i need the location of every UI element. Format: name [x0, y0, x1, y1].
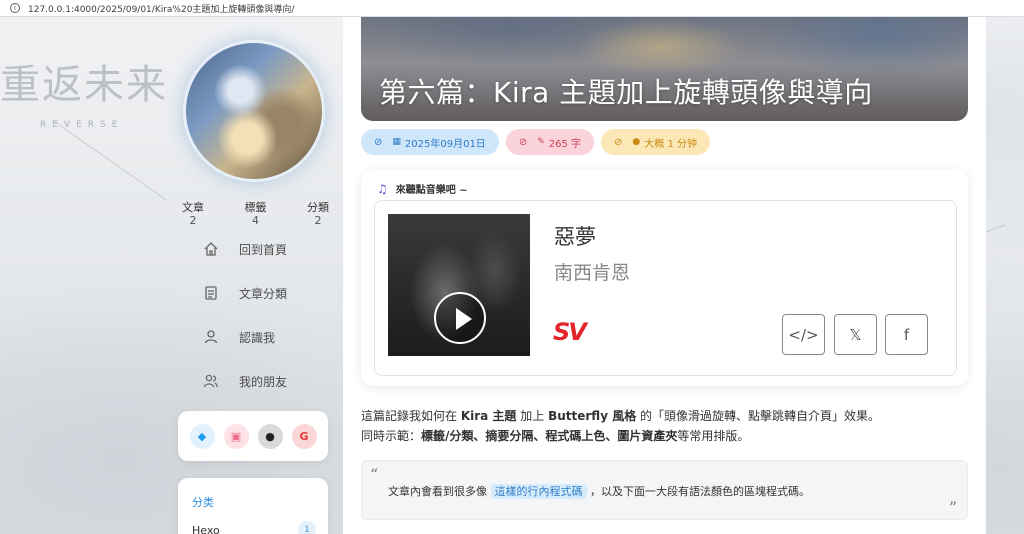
streetvoice-logo[interactable]: SV — [553, 318, 587, 346]
sidebar-menu: 回到首頁 文章分類 認識我 我的朋友 — [195, 238, 315, 414]
text: 的「頭像滑過旋轉、點擊跳轉自介頁」效果。 — [636, 409, 881, 423]
quote-close-icon: ” — [948, 498, 957, 517]
share-x-button[interactable]: 𝕏 — [834, 314, 877, 355]
stat-value: 2 — [189, 214, 197, 227]
quote-open-icon: “ — [370, 465, 379, 484]
bilibili-icon[interactable]: ▣ — [223, 423, 249, 449]
github-icon[interactable]: ● — [257, 423, 283, 449]
share-facebook-button[interactable]: f — [885, 314, 928, 355]
categories-title: 分类 — [192, 496, 214, 509]
address-bar[interactable]: i 127.0.0.1:4000/2025/09/01/Kira%20主題加上旋… — [0, 0, 1024, 17]
intro-line-1: 這篇記錄我如何在 Kira 主題 加上 Butterfly 風格 的「頭像滑過旋… — [361, 406, 880, 426]
stat-articles[interactable]: 文章 2 — [168, 199, 218, 227]
menu-item-friends[interactable]: 我的朋友 — [195, 370, 315, 392]
song-title[interactable]: 惡夢 — [554, 221, 596, 251]
intro-line-2: 同時示範：標籤/分類、摘要分隔、程式碼上色、圖片資產夾等常用排版。 — [361, 426, 880, 446]
bold-text: Butterfly 風格 — [548, 409, 637, 423]
readtime-tag[interactable]: ⊘ ● 大概 1 分钟 — [601, 129, 710, 155]
quote-text: 文章內會看到很多像 這樣的行內程式碼 ，以及下面一大段有語法顏色的區塊程式碼。 — [388, 483, 810, 499]
date-tag[interactable]: ⊘ ▦ 2025年09月01日 — [361, 129, 499, 155]
inline-code: 這樣的行內程式碼 — [490, 484, 587, 499]
menu-item-label: 認識我 — [239, 330, 276, 345]
link-icon: ⊘ — [518, 136, 528, 148]
link-icon: ⊘ — [374, 136, 383, 148]
url-text[interactable]: 127.0.0.1:4000/2025/09/01/Kira%20主題加上旋轉頭… — [28, 2, 294, 15]
link-icon: ⊘ — [614, 136, 623, 148]
text: 文章內會看到很多像 — [388, 485, 491, 498]
text: ，以及下面一大段有語法顏色的區塊程式碼。 — [586, 485, 810, 498]
text: 加上 — [516, 409, 549, 423]
text: 等常用排版。 — [677, 429, 750, 443]
category-label: Hexo — [192, 524, 220, 534]
social-links-card: ◆ ▣ ● G — [178, 411, 328, 461]
album-cover[interactable] — [388, 214, 530, 356]
post-intro: 這篇記錄我如何在 Kira 主題 加上 Butterfly 風格 的「頭像滑過旋… — [361, 406, 880, 446]
menu-item-home[interactable]: 回到首頁 — [195, 238, 315, 260]
x-icon: 𝕏 — [849, 325, 862, 344]
blockquote: “ 文章內會看到很多像 這樣的行內程式碼 ，以及下面一大段有語法顏色的區塊程式碼… — [361, 460, 968, 520]
facebook-icon: f — [903, 325, 910, 344]
music-card: ♫ 來聽點音樂吧 ~ 惡夢 南西肯恩 SV </> 𝕏 f — [361, 169, 968, 386]
qq-icon[interactable]: ◆ — [189, 423, 215, 449]
song-artist[interactable]: 南西肯恩 — [554, 258, 630, 285]
menu-item-label: 我的朋友 — [239, 374, 288, 389]
wordcount-tag[interactable]: ⊘ ✎ 265 字 — [505, 129, 595, 155]
text: 這篇記錄我如何在 — [361, 409, 461, 423]
calendar-icon: ▦ — [392, 137, 401, 147]
site-info-icon[interactable]: i — [10, 3, 20, 13]
menu-item-label: 回到首頁 — [239, 242, 288, 257]
stat-label: 分類 — [307, 201, 329, 214]
music-note-icon: ♫ — [377, 181, 388, 196]
stat-label: 標籤 — [244, 201, 267, 214]
stat-label: 文章 — [182, 201, 204, 214]
clock-icon: ● — [632, 137, 641, 147]
logo-text: 重返未来 — [0, 62, 168, 108]
post-banner: 第六篇：Kira 主題加上旋轉頭像與導向 — [361, 17, 968, 121]
avatar[interactable] — [183, 40, 325, 182]
category-item[interactable]: Hexo 1 — [192, 521, 316, 534]
stat-categories[interactable]: 分類 2 — [293, 199, 343, 227]
post-meta: ⊘ ▦ 2025年09月01日 ⊘ ✎ 265 字 ⊘ ● 大概 1 分钟 — [361, 129, 710, 155]
stat-value: 4 — [252, 214, 259, 227]
menu-item-about[interactable]: 認識我 — [195, 326, 315, 348]
stat-tags[interactable]: 標籤 4 — [231, 199, 281, 227]
code-icon: </> — [788, 325, 819, 344]
pen-icon: ✎ — [537, 137, 545, 147]
friends-icon — [203, 374, 218, 388]
readtime-text: 大概 1 分钟 — [644, 138, 697, 150]
site-logo[interactable]: 重返未来 REVERSE — [0, 52, 185, 132]
post-content: 第六篇：Kira 主題加上旋轉頭像與導向 ⊘ ▦ 2025年09月01日 ⊘ ✎… — [343, 0, 986, 534]
categories-card: 分类 Hexo 1 — [178, 478, 328, 534]
bold-text: Kira 主題 — [460, 409, 517, 423]
menu-item-categories[interactable]: 文章分類 — [195, 282, 315, 304]
logo-sub: REVERSE — [40, 120, 124, 130]
menu-item-label: 文章分類 — [239, 286, 288, 301]
user-icon — [204, 330, 218, 344]
play-button[interactable] — [434, 292, 486, 344]
wordcount-text: 265 字 — [548, 138, 582, 150]
gitee-icon[interactable]: G — [291, 423, 317, 449]
bold-text: 標籤/分類、摘要分隔、程式碼上色、圖片資產夾 — [421, 429, 678, 443]
stat-value: 2 — [314, 214, 322, 227]
music-player: 惡夢 南西肯恩 SV </> 𝕏 f — [374, 200, 957, 376]
date-text: 2025年09月01日 — [404, 138, 486, 150]
home-icon — [204, 242, 218, 256]
category-count: 1 — [298, 521, 316, 534]
embed-code-button[interactable]: </> — [782, 314, 825, 355]
music-header: ♫ 來聽點音樂吧 ~ — [377, 181, 468, 197]
music-header-text: 來聽點音樂吧 ~ — [395, 185, 468, 196]
document-icon — [205, 286, 217, 300]
text: 同時示範： — [361, 429, 422, 443]
site-stats: 文章 2 標籤 4 分類 2 — [168, 199, 343, 227]
post-title: 第六篇：Kira 主題加上旋轉頭像與導向 — [379, 76, 873, 109]
